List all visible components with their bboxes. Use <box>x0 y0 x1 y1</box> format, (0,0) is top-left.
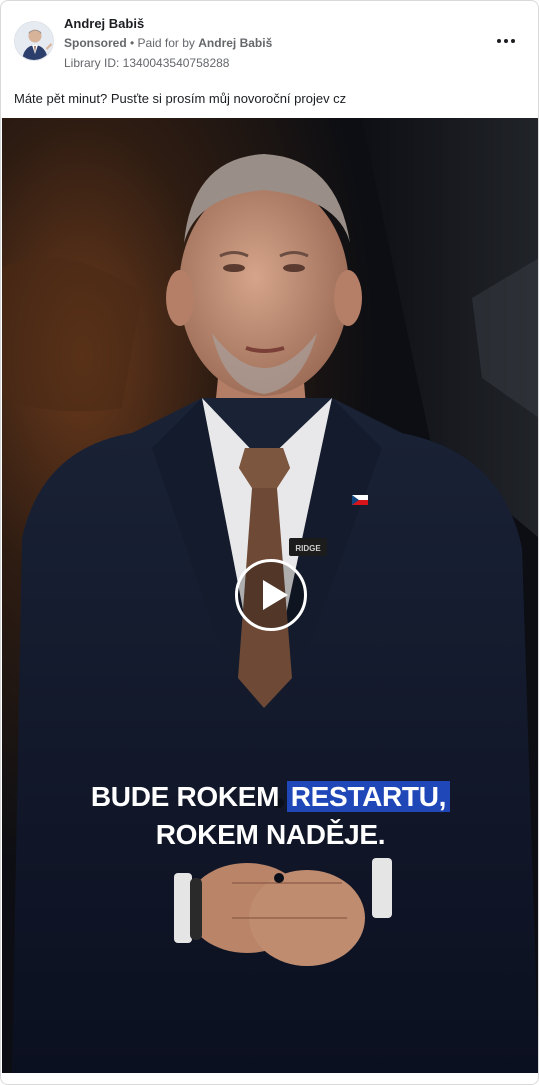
caption-line-1: BUDE ROKEM RESTARTU, <box>2 778 538 816</box>
paid-for-name: Andrej Babiš <box>198 36 273 50</box>
separator: • <box>126 36 138 50</box>
paid-for-prefix: Paid for by <box>137 36 199 50</box>
caption-text-a: BUDE ROKEM <box>90 781 287 812</box>
avatar-image <box>15 22 53 60</box>
mic-label: RIDGE <box>295 544 321 553</box>
post-header: Andrej Babiš Sponsored • Paid for by And… <box>1 1 538 81</box>
page-name[interactable]: Andrej Babiš <box>64 16 144 31</box>
library-id: Library ID: 1340043540758288 <box>64 56 230 70</box>
video-caption: BUDE ROKEM RESTARTU, ROKEM NADĚJE. <box>2 778 538 854</box>
avatar[interactable] <box>14 21 54 61</box>
play-button[interactable] <box>235 559 307 631</box>
more-options-icon[interactable] <box>494 32 518 50</box>
czech-flag-pin-icon <box>352 495 368 505</box>
sponsored-label: Sponsored <box>64 36 127 50</box>
caption-highlight: RESTARTU, <box>286 781 451 812</box>
card-footer <box>1 1073 538 1084</box>
ad-card: Andrej Babiš Sponsored • Paid for by And… <box>0 0 539 1085</box>
video-player[interactable]: RIDGE BUDE ROKEM RESTARTU, ROKEM NADĚJE. <box>2 118 538 1073</box>
sponsor-line: Sponsored • Paid for by Andrej Babiš <box>64 36 272 50</box>
play-icon <box>263 580 288 610</box>
caption-line-2: ROKEM NADĚJE. <box>155 819 386 850</box>
ad-body-text: Máte pět minut? Pusťte si prosím můj nov… <box>14 91 347 106</box>
